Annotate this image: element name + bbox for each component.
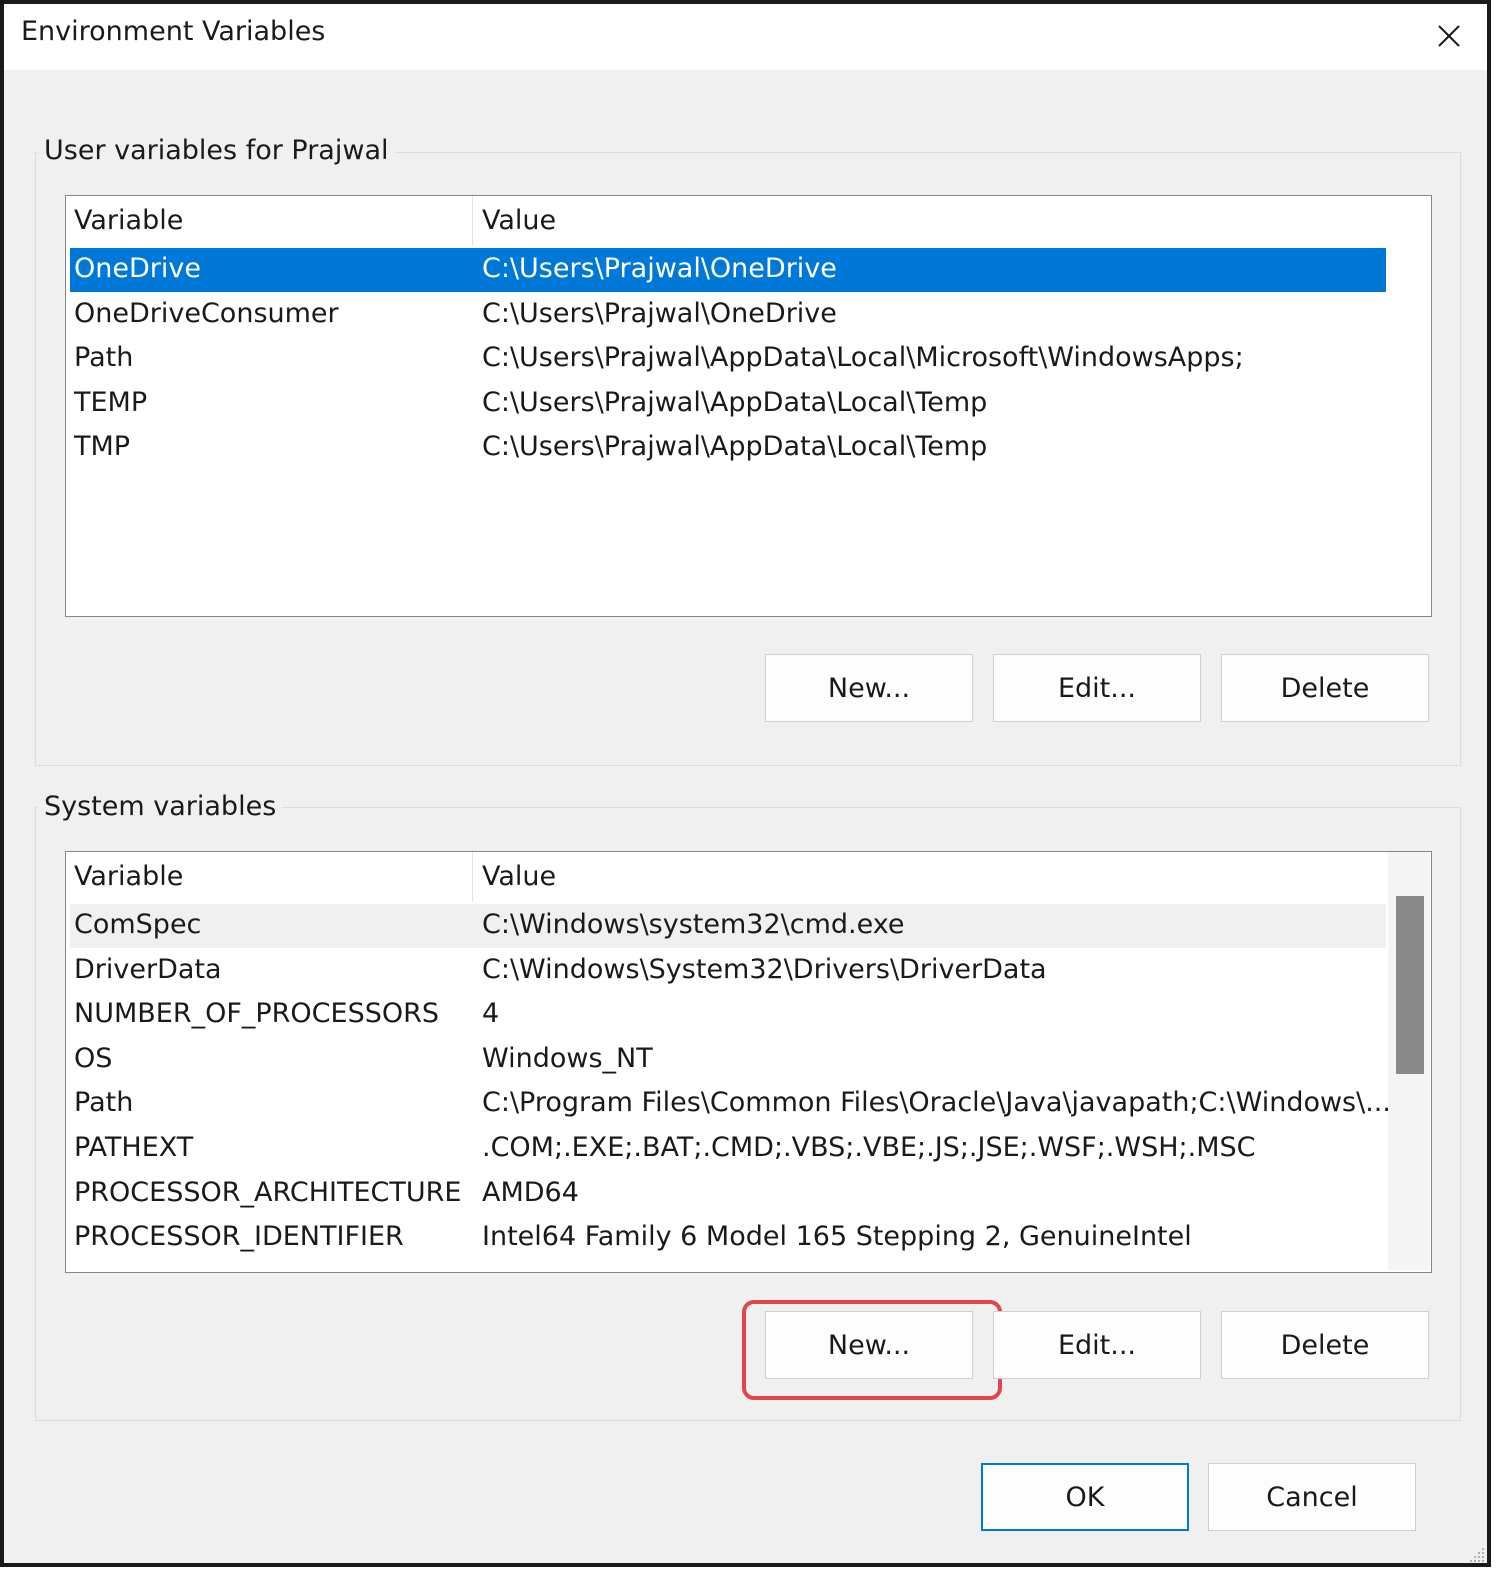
window-title: Environment Variables [21, 16, 326, 47]
cancel-button[interactable]: Cancel [1208, 1463, 1416, 1531]
system-variables-list[interactable]: Variable Value ComSpec C:\Windows\system3… [65, 851, 1432, 1273]
table-row[interactable]: Path C:\Program Files\Common Files\Oracle… [70, 1082, 1391, 1126]
variable-name-cell: OS [74, 1042, 113, 1074]
table-row[interactable]: ComSpec C:\Windows\system32\cmd.exe [70, 904, 1386, 948]
variable-value-cell: Windows_NT [482, 1042, 653, 1074]
title-bar: Environment Variables [4, 4, 1487, 70]
user-variables-label: User variables for Prajwal [38, 135, 395, 166]
list-header: Variable Value [66, 852, 1386, 902]
column-header-value[interactable]: Value [482, 205, 556, 236]
variable-value-cell: .COM;.EXE;.BAT;.CMD;.VBS;.VBE;.JS;.JSE;.… [482, 1132, 1256, 1163]
variable-value-cell: C:\Windows\system32\cmd.exe [482, 909, 905, 940]
table-row[interactable]: OS Windows_NT [70, 1038, 1386, 1082]
column-header-variable[interactable]: Variable [74, 861, 183, 892]
variable-name-cell: PROCESSOR_ARCHITECTURE [74, 1176, 462, 1208]
user-delete-button[interactable]: Delete [1221, 654, 1429, 722]
close-button[interactable] [1414, 4, 1484, 68]
ok-button[interactable]: OK [981, 1463, 1189, 1531]
variable-value-cell: C:\Users\Prajwal\OneDrive [482, 253, 837, 284]
variable-name-cell: NUMBER_OF_PROCESSORS [74, 998, 440, 1030]
variable-name-cell: TEMP [74, 386, 148, 418]
variable-value-cell: C:\Users\Prajwal\AppData\Local\Temp [482, 386, 988, 418]
user-edit-button[interactable]: Edit... [993, 654, 1201, 722]
variable-value-cell: C:\Program Files\Common Files\Oracle\Jav… [482, 1087, 1391, 1119]
system-new-button[interactable]: New... [765, 1311, 973, 1379]
variable-name-cell: TMP [74, 431, 131, 463]
variable-value-cell: Intel64 Family 6 Model 165 Stepping 2, G… [482, 1221, 1192, 1253]
system-variables-label: System variables [38, 791, 283, 822]
scrollbar-thumb[interactable] [1396, 896, 1424, 1074]
variable-name-cell: ComSpec [74, 909, 202, 940]
variable-name-cell: Path [74, 1087, 134, 1119]
variable-value-cell: C:\Users\Prajwal\AppData\Local\Temp [482, 431, 988, 463]
table-row[interactable]: OneDriveConsumer C:\Users\Prajwal\OneDriv… [70, 293, 1386, 337]
column-separator[interactable] [472, 852, 473, 902]
table-row[interactable]: NUMBER_OF_PROCESSORS 4 [70, 993, 1386, 1037]
vertical-scrollbar[interactable] [1388, 852, 1430, 1270]
column-header-value[interactable]: Value [482, 861, 556, 892]
resize-grip-icon[interactable] [1466, 1544, 1486, 1564]
table-row[interactable]: TMP C:\Users\Prajwal\AppData\Local\Temp [70, 426, 1386, 470]
list-header: Variable Value [66, 196, 1386, 246]
environment-variables-dialog: Environment Variables User variables for… [0, 0, 1491, 1567]
table-row[interactable]: TEMP C:\Users\Prajwal\AppData\Local\Temp [70, 382, 1386, 426]
user-new-button[interactable]: New... [765, 654, 973, 722]
table-row[interactable]: PATHEXT .COM;.EXE;.BAT;.CMD;.VBS;.VBE;.JS… [70, 1127, 1386, 1171]
variable-value-cell: C:\Users\Prajwal\OneDrive [482, 297, 837, 329]
table-row[interactable]: DriverData C:\Windows\System32\Drivers\Dr… [70, 949, 1386, 993]
system-delete-button[interactable]: Delete [1221, 1311, 1429, 1379]
column-separator[interactable] [472, 196, 473, 246]
variable-value-cell: AMD64 [482, 1176, 579, 1208]
variable-name-cell: PATHEXT [74, 1132, 194, 1163]
variable-value-cell: C:\Users\Prajwal\AppData\Local\Microsoft… [482, 342, 1244, 374]
user-variables-list[interactable]: Variable Value OneDrive C:\Users\Prajwal\… [65, 195, 1432, 617]
table-row[interactable]: OneDrive C:\Users\Prajwal\OneDrive [70, 248, 1386, 292]
variable-name-cell: PROCESSOR_IDENTIFIER [74, 1221, 404, 1253]
variable-name-cell: OneDriveConsumer [74, 297, 339, 329]
system-edit-button[interactable]: Edit... [993, 1311, 1201, 1379]
variable-value-cell: 4 [482, 998, 500, 1030]
table-row[interactable]: PROCESSOR_ARCHITECTURE AMD64 [70, 1172, 1386, 1216]
variable-value-cell: C:\Windows\System32\Drivers\DriverData [482, 953, 1047, 985]
table-row[interactable]: Path C:\Users\Prajwal\AppData\Local\Micro… [70, 337, 1386, 381]
variable-name-cell: OneDrive [74, 253, 201, 284]
close-icon [1438, 25, 1460, 47]
table-row[interactable]: PROCESSOR_IDENTIFIER Intel64 Family 6 Mod… [70, 1216, 1386, 1260]
column-header-variable[interactable]: Variable [74, 205, 183, 236]
variable-name-cell: DriverData [74, 953, 222, 985]
variable-name-cell: Path [74, 342, 134, 374]
